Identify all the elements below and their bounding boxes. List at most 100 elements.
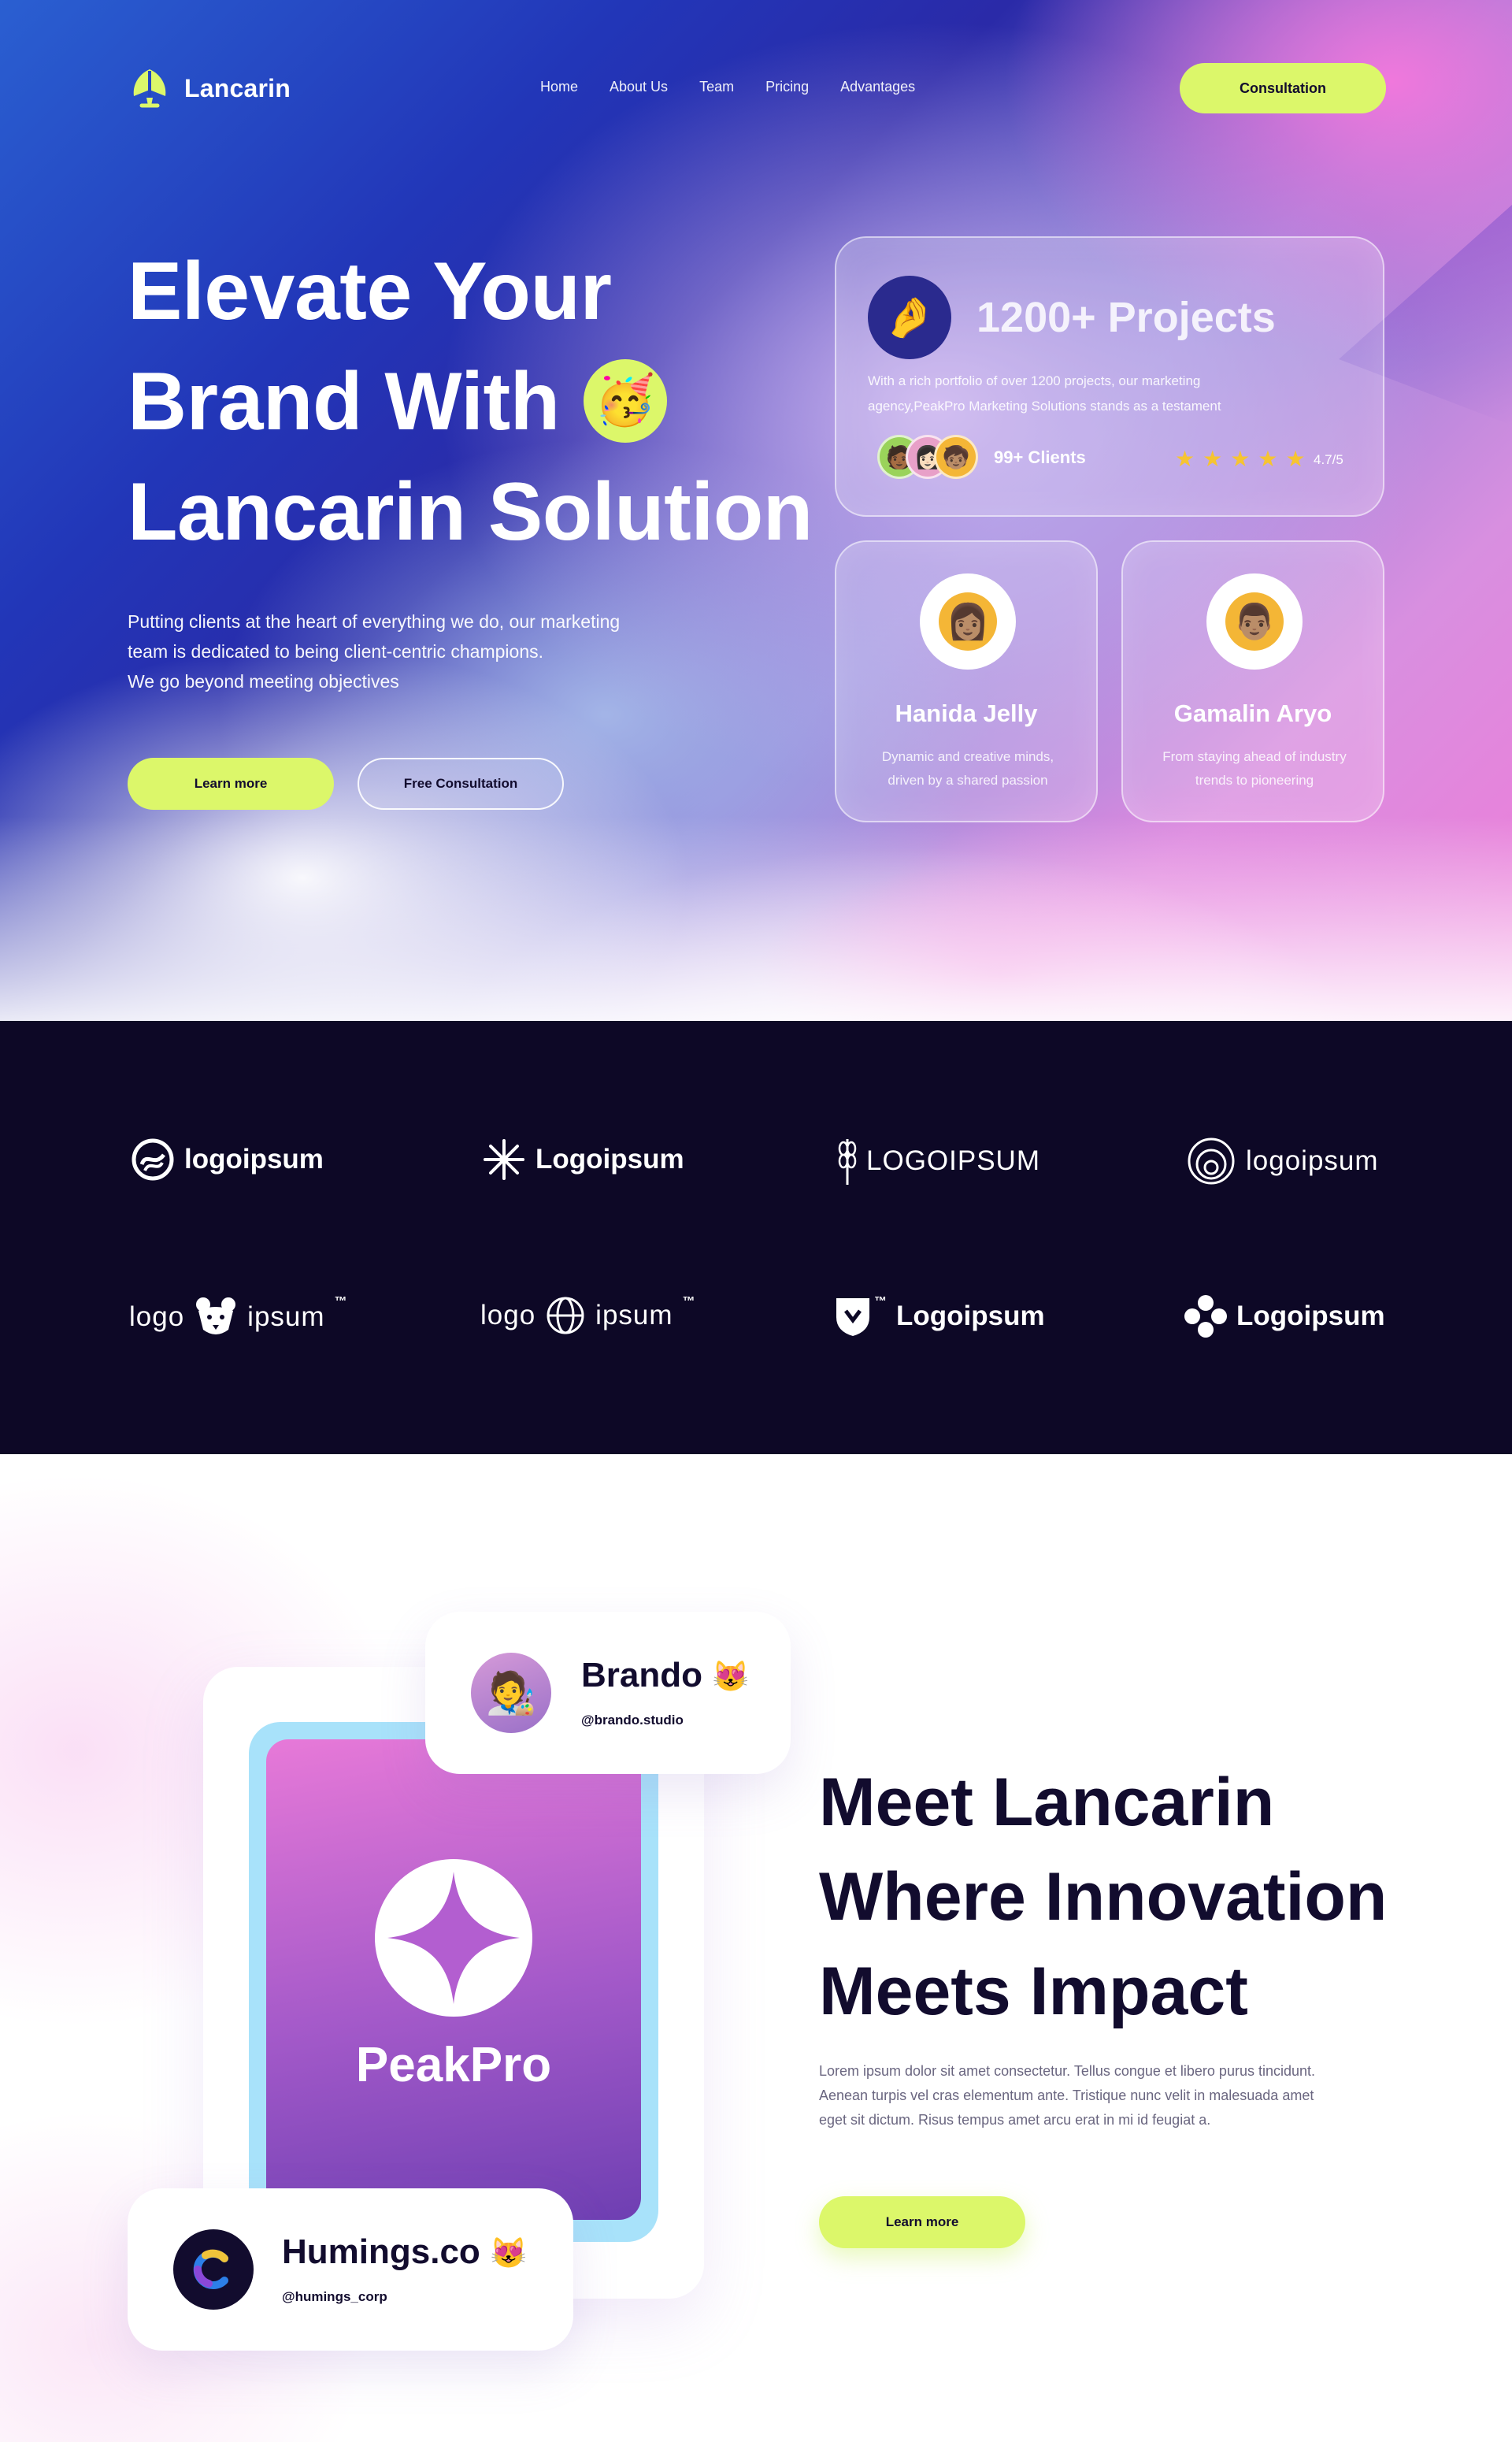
partner-logo-text: LOGOIPSUM (866, 1145, 1040, 1176)
client-avatars: 🧑🏾 👩🏻 🧒🏽 (877, 435, 978, 479)
hero-title-line-2-text: Brand With (128, 356, 560, 447)
consultation-button[interactable]: Consultation (1180, 63, 1386, 113)
spiral-icon (1188, 1137, 1235, 1185)
humings-c-icon (193, 2249, 228, 2289)
heart-eyes-cat-icon: 😻 (490, 2237, 528, 2270)
partner-logo-1: logoipsum (131, 1137, 324, 1182)
profile-name-text: Brando (581, 1656, 702, 1694)
meet-title-line: Where Innovation (819, 1859, 1388, 1935)
star-icon: ★ (1230, 447, 1251, 471)
hero-title-line-3: Lancarin Solution (128, 466, 813, 558)
top-nav: Lancarin Home About Us Team Pricing Adva… (0, 0, 1512, 178)
meet-section: PeakPro 🧑‍🎨 Brando 😻 @brando.studio Humi… (0, 1454, 1512, 2442)
hero-title-line-2: Brand With 🥳 (128, 347, 836, 457)
partner-logo-text: Logoipsum (536, 1144, 684, 1175)
nav-link-advantages[interactable]: Advantages (840, 79, 915, 95)
partner-logo-5: logo ipsum ™ (129, 1295, 347, 1339)
nav-link-team[interactable]: Team (699, 79, 734, 95)
avatar: 👩🏽 (920, 573, 1016, 670)
learn-more-button[interactable]: Learn more (128, 758, 334, 810)
brand-name: Lancarin (184, 73, 291, 102)
meet-title-line: Meets Impact (819, 1954, 1248, 2029)
meet-description-line: Aenean turpis vel cras elementum ante. T… (819, 2088, 1314, 2103)
team-member-description: Dynamic and creative minds, driven by a … (852, 745, 1084, 792)
trademark-mark: ™ (682, 1295, 695, 1308)
partner-logos-section: logoipsum Logoipsum LOGOIPSUM logoipsum (0, 1021, 1512, 1454)
profile-name-text: Humings.co (282, 2232, 480, 2271)
hero-fade (0, 816, 1512, 1021)
hero-title-line-1: Elevate Your (128, 246, 612, 337)
team-member-description-line: driven by a shared passion (888, 773, 1048, 788)
meet-description: Lorem ipsum dolor sit amet consectetur. … (819, 2059, 1402, 2132)
projects-description-line: agency,PeakPro Marketing Solutions stand… (868, 399, 1221, 414)
star-icon: ★ (1175, 447, 1195, 471)
avatar: 🧒🏽 (934, 435, 978, 479)
hero-section: Lancarin Home About Us Team Pricing Adva… (0, 0, 1512, 1021)
avatar: 👨🏽 (1206, 573, 1303, 670)
partner-logo-text: logo (129, 1301, 185, 1332)
team-member-description-line: From staying ahead of industry (1162, 749, 1347, 764)
team-member-description-line: Dynamic and creative minds, (881, 749, 1054, 764)
lancarin-logo-icon (133, 69, 166, 108)
team-card-gamalin[interactable]: 👨🏽 Gamalin Aryo From staying ahead of in… (1121, 540, 1384, 822)
nav-link-pricing[interactable]: Pricing (765, 79, 809, 95)
trademark-mark: ™ (874, 1295, 887, 1308)
meet-title: Meet Lancarin Where Innovation Meets Imp… (819, 1755, 1449, 2039)
team-member-name: Gamalin Aryo (1173, 700, 1332, 727)
globe-icon (547, 1297, 584, 1334)
partner-logo-6: logo ipsum ™ (480, 1295, 695, 1336)
free-consultation-button[interactable]: Free Consultation (358, 758, 564, 810)
partner-logo-2: Logoipsum (482, 1137, 684, 1182)
rating-stars: ★ ★ ★ ★ ★ (1175, 446, 1306, 472)
pinch-hand-icon: 🤌 (868, 276, 951, 359)
asterisk-icon (484, 1139, 524, 1180)
humings-logo-icon (173, 2229, 254, 2310)
partner-logo-3: LOGOIPSUM (838, 1136, 1040, 1186)
profile-name: Brando 😻 (581, 1656, 750, 1695)
partner-logo-text: logoipsum (184, 1144, 324, 1175)
team-member-name: Hanida Jelly (895, 700, 1038, 727)
shield-icon (836, 1298, 869, 1336)
profile-card-humings[interactable]: Humings.co 😻 @humings_corp (128, 2188, 573, 2351)
hero-description-line: We go beyond meeting objectives (128, 671, 399, 692)
meet-learn-more-button[interactable]: Learn more (819, 2196, 1025, 2248)
partner-logo-8: Logoipsum (1184, 1295, 1385, 1338)
partner-logo-text: logoipsum (1246, 1145, 1379, 1176)
peakpro-logo-icon (375, 1859, 532, 2017)
app-name: PeakPro (355, 2038, 552, 2092)
profile-name: Humings.co 😻 (282, 2232, 527, 2272)
profile-card-brando[interactable]: 🧑‍🎨 Brando 😻 @brando.studio (425, 1612, 791, 1774)
wheat-icon (838, 1139, 857, 1185)
team-member-description-line: trends to pioneering (1195, 773, 1314, 788)
partner-logo-text: ipsum (595, 1300, 673, 1330)
star-icon: ★ (1285, 447, 1306, 471)
trademark-mark: ™ (334, 1295, 347, 1308)
profile-handle: @brando.studio (581, 1713, 684, 1728)
partner-logo-7: ™ Logoipsum (833, 1295, 1045, 1338)
star-icon: ★ (1203, 447, 1223, 471)
avatar-image: 👩🏽 (939, 592, 997, 651)
projects-description-line: With a rich portfolio of over 1200 proje… (868, 373, 1201, 388)
rating-value: 4.7/5 (1314, 452, 1343, 467)
projects-count: 1200+ Projects (976, 294, 1276, 341)
profile-handle: @humings_corp (282, 2289, 387, 2304)
projects-description: With a rich portfolio of over 1200 proje… (868, 369, 1309, 419)
clients-count: 99+ Clients (994, 447, 1086, 467)
party-emoji-icon: 🥳 (583, 358, 667, 443)
nav-link-about-us[interactable]: About Us (610, 79, 668, 95)
swirl-circle-icon (132, 1138, 174, 1181)
meet-description-line: Lorem ipsum dolor sit amet consectetur. … (819, 2063, 1315, 2079)
partner-logo-text: ipsum (247, 1301, 325, 1332)
meet-title-line: Meet Lancarin (819, 1765, 1275, 1840)
brand-link[interactable]: Lancarin (128, 66, 291, 110)
partner-logo-text: Logoipsum (896, 1301, 1045, 1331)
hero-description: Putting clients at the heart of everythi… (128, 607, 726, 696)
avatar: 🧑‍🎨 (471, 1653, 551, 1733)
bear-icon (196, 1297, 236, 1334)
projects-card: 🤌 1200+ Projects With a rich portfolio o… (835, 236, 1384, 517)
meet-description-line: eget sit dictum. Risus tempus amet arcu … (819, 2112, 1211, 2128)
heart-eyes-cat-icon: 😻 (712, 1661, 750, 1694)
nav-link-home[interactable]: Home (540, 79, 578, 95)
team-card-hanida[interactable]: 👩🏽 Hanida Jelly Dynamic and creative min… (835, 540, 1098, 822)
partner-logo-text: logo (480, 1300, 536, 1330)
